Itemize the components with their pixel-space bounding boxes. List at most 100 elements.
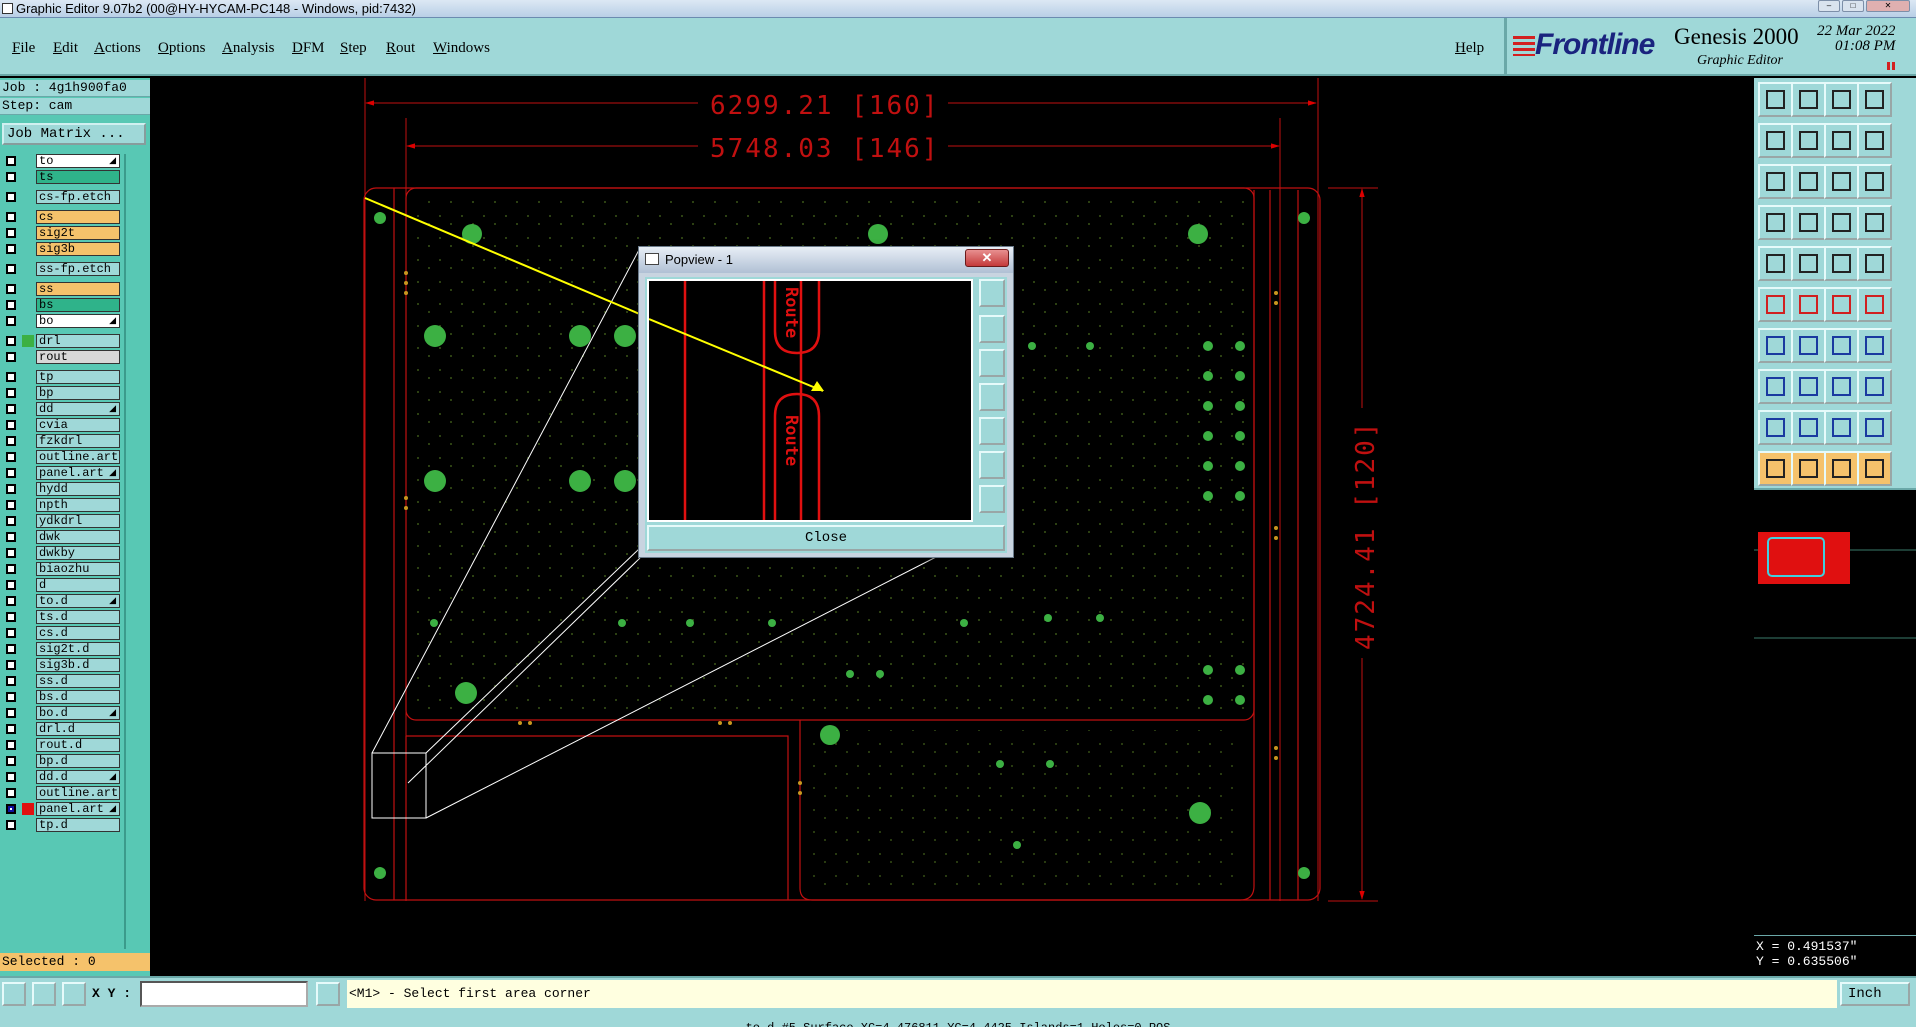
pan-right-icon[interactable] [1791, 123, 1826, 158]
layer-checkbox[interactable] [6, 484, 16, 494]
layer-name[interactable]: panel.art [36, 802, 120, 816]
units-selector[interactable]: Inch [1840, 982, 1910, 1006]
grid-icon[interactable] [1791, 205, 1826, 240]
layer-row[interactable]: to ◢ [2, 154, 120, 168]
text-icon[interactable] [1824, 246, 1859, 281]
layer-row[interactable]: d [2, 578, 120, 592]
layer-row[interactable]: tp [2, 370, 120, 384]
layer-name[interactable]: cs-fp.etch [36, 190, 120, 204]
layer-row[interactable]: npth [2, 498, 120, 512]
layer-checkbox[interactable] [6, 192, 16, 202]
layer-name[interactable]: ts [36, 170, 120, 184]
popview-pan-up-icon[interactable] [979, 315, 1005, 343]
layer-name[interactable]: fzkdrl [36, 434, 120, 448]
layer-row[interactable]: sig2t [2, 226, 120, 240]
layer-row[interactable]: drl.d [2, 722, 120, 736]
layer-checkbox[interactable] [6, 212, 16, 222]
maximize-button[interactable]: □ [1842, 0, 1864, 12]
layer-name[interactable]: dd [36, 402, 120, 416]
minimize-button[interactable]: – [1818, 0, 1840, 12]
layer-row[interactable]: drl [2, 334, 120, 348]
layer-list-scrollbar[interactable] [124, 154, 150, 949]
layer-checkbox[interactable] [6, 548, 16, 558]
layer-name[interactable]: npth [36, 498, 120, 512]
layer-checkbox[interactable] [6, 452, 16, 462]
layer-checkbox[interactable] [6, 352, 16, 362]
overview-panel[interactable] [1754, 488, 1916, 933]
layer-name[interactable]: ts.d [36, 610, 120, 624]
layer-checkbox[interactable] [6, 284, 16, 294]
pad-icon[interactable] [1758, 246, 1793, 281]
layer-checkbox[interactable] [6, 772, 16, 782]
scale-1-2-icon[interactable] [1824, 164, 1859, 199]
layer-row[interactable]: to.d ◢ [2, 594, 120, 608]
layer-row[interactable]: tp.d [2, 818, 120, 832]
layer-name[interactable]: sig2t [36, 226, 120, 240]
popview-close-icon[interactable]: ✕ [965, 249, 1009, 267]
layer-checkbox[interactable] [6, 468, 16, 478]
layer-name[interactable]: bp [36, 386, 120, 400]
layer-checkbox[interactable] [6, 404, 16, 414]
popview-pan-down-icon[interactable] [979, 349, 1005, 377]
popview-zoom-out-icon[interactable] [979, 485, 1005, 513]
layer-row[interactable]: ss.d [2, 674, 120, 688]
layer-name[interactable]: bo.d [36, 706, 120, 720]
measure-mode-icon[interactable] [32, 982, 56, 1006]
link-icon[interactable] [1857, 287, 1892, 322]
layer-row[interactable]: ss [2, 282, 120, 296]
help-icon[interactable] [1857, 164, 1892, 199]
zoom-home-icon[interactable] [1758, 82, 1793, 117]
layer-checkbox[interactable] [6, 316, 16, 326]
layer-checkbox[interactable] [6, 244, 16, 254]
layer-name[interactable]: tp [36, 370, 120, 384]
layer-row[interactable]: sig2t.d [2, 642, 120, 656]
layer-row[interactable]: bp.d [2, 754, 120, 768]
menu-step[interactable]: Step [340, 40, 367, 57]
layer-name[interactable]: outline.art [36, 450, 120, 464]
copy-icon[interactable] [1758, 369, 1793, 404]
layer-checkbox[interactable] [6, 628, 16, 638]
layer-row[interactable]: bs.d [2, 690, 120, 704]
layer-name[interactable]: hydd [36, 482, 120, 496]
redraw-icon[interactable] [1824, 123, 1859, 158]
layer-checkbox[interactable] [6, 724, 16, 734]
layer-name[interactable]: bs.d [36, 690, 120, 704]
layer-name[interactable]: tp.d [36, 818, 120, 832]
snap-mode-icon[interactable] [2, 982, 26, 1006]
layer-row[interactable]: hydd [2, 482, 120, 496]
layer-name[interactable]: outline.art [36, 786, 120, 800]
layer-name[interactable]: sig3b.d [36, 658, 120, 672]
nodes-icon[interactable] [1758, 287, 1793, 322]
layer-checkbox[interactable] [6, 820, 16, 830]
menu-rout[interactable]: Rout [386, 40, 415, 57]
show-shapes-icon[interactable] [1758, 205, 1793, 240]
layer-checkbox[interactable] [6, 172, 16, 182]
popview-title-bar[interactable]: Popview - 1 ✕ [639, 247, 1013, 273]
layer-checkbox[interactable] [6, 708, 16, 718]
pause-icon[interactable] [1887, 62, 1895, 70]
window-view-icon[interactable] [1857, 82, 1892, 117]
popview-canvas[interactable]: Route Route [647, 279, 973, 522]
layer-checkbox[interactable] [6, 564, 16, 574]
layer-checkbox[interactable] [6, 532, 16, 542]
select-point-icon[interactable] [1824, 451, 1859, 486]
home-view-icon[interactable] [1824, 82, 1859, 117]
popview-zoom-home-icon[interactable] [979, 279, 1005, 307]
layer-checkbox[interactable] [6, 264, 16, 274]
layer-row[interactable]: ts.d [2, 610, 120, 624]
layer-row[interactable]: rout [2, 350, 120, 364]
arc-icon[interactable] [1758, 328, 1793, 363]
layer-name[interactable]: cvia [36, 418, 120, 432]
layer-row[interactable]: dd ◢ [2, 402, 120, 416]
menu-actions[interactable]: Actions [94, 40, 141, 57]
pan-left-icon[interactable] [1758, 123, 1793, 158]
layer-row[interactable]: cs.d [2, 626, 120, 640]
circle-icon[interactable] [1857, 246, 1892, 281]
layer-name[interactable]: d [36, 578, 120, 592]
layer-name[interactable]: cs.d [36, 626, 120, 640]
layer-row[interactable]: rout.d [2, 738, 120, 752]
layer-name[interactable]: biaozhu [36, 562, 120, 576]
triangle-icon[interactable] [1758, 410, 1793, 445]
layer-row[interactable]: dwk [2, 530, 120, 544]
layer-checkbox[interactable] [6, 692, 16, 702]
